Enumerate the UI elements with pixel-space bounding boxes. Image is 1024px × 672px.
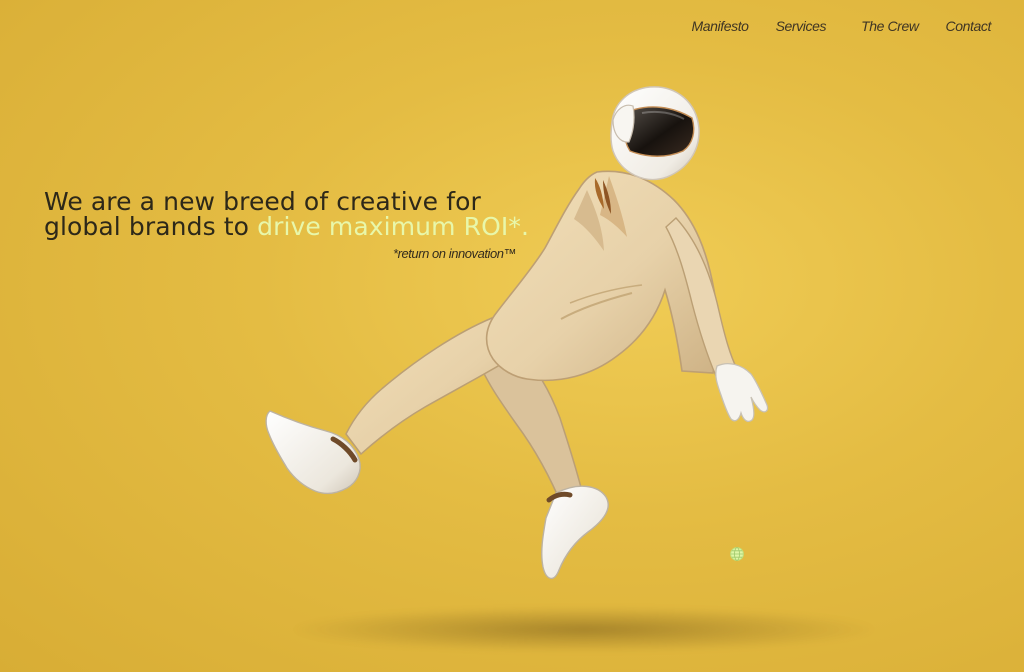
- headline-line-2: global brands to: [44, 212, 258, 241]
- roi-footnote: *return on innovation™: [393, 246, 517, 261]
- floating-astronaut-figure: [265, 86, 769, 579]
- nav-link-the-crew[interactable]: The Crew: [861, 17, 919, 35]
- floating-figure-shadow: [294, 607, 874, 652]
- top-navigation: Manifesto Services The Crew Contact: [691, 17, 991, 35]
- hero-headline: We are a new breed of creative for globa…: [44, 189, 564, 239]
- hero-section: Manifesto Services The Crew Contact We a…: [0, 0, 1024, 672]
- nav-link-manifesto[interactable]: Manifesto: [691, 17, 749, 35]
- nav-link-services[interactable]: Services: [776, 17, 827, 35]
- globe-icon[interactable]: [729, 546, 745, 562]
- nav-link-contact[interactable]: Contact: [946, 17, 992, 35]
- headline-highlight: drive maximum ROI*.: [257, 212, 529, 241]
